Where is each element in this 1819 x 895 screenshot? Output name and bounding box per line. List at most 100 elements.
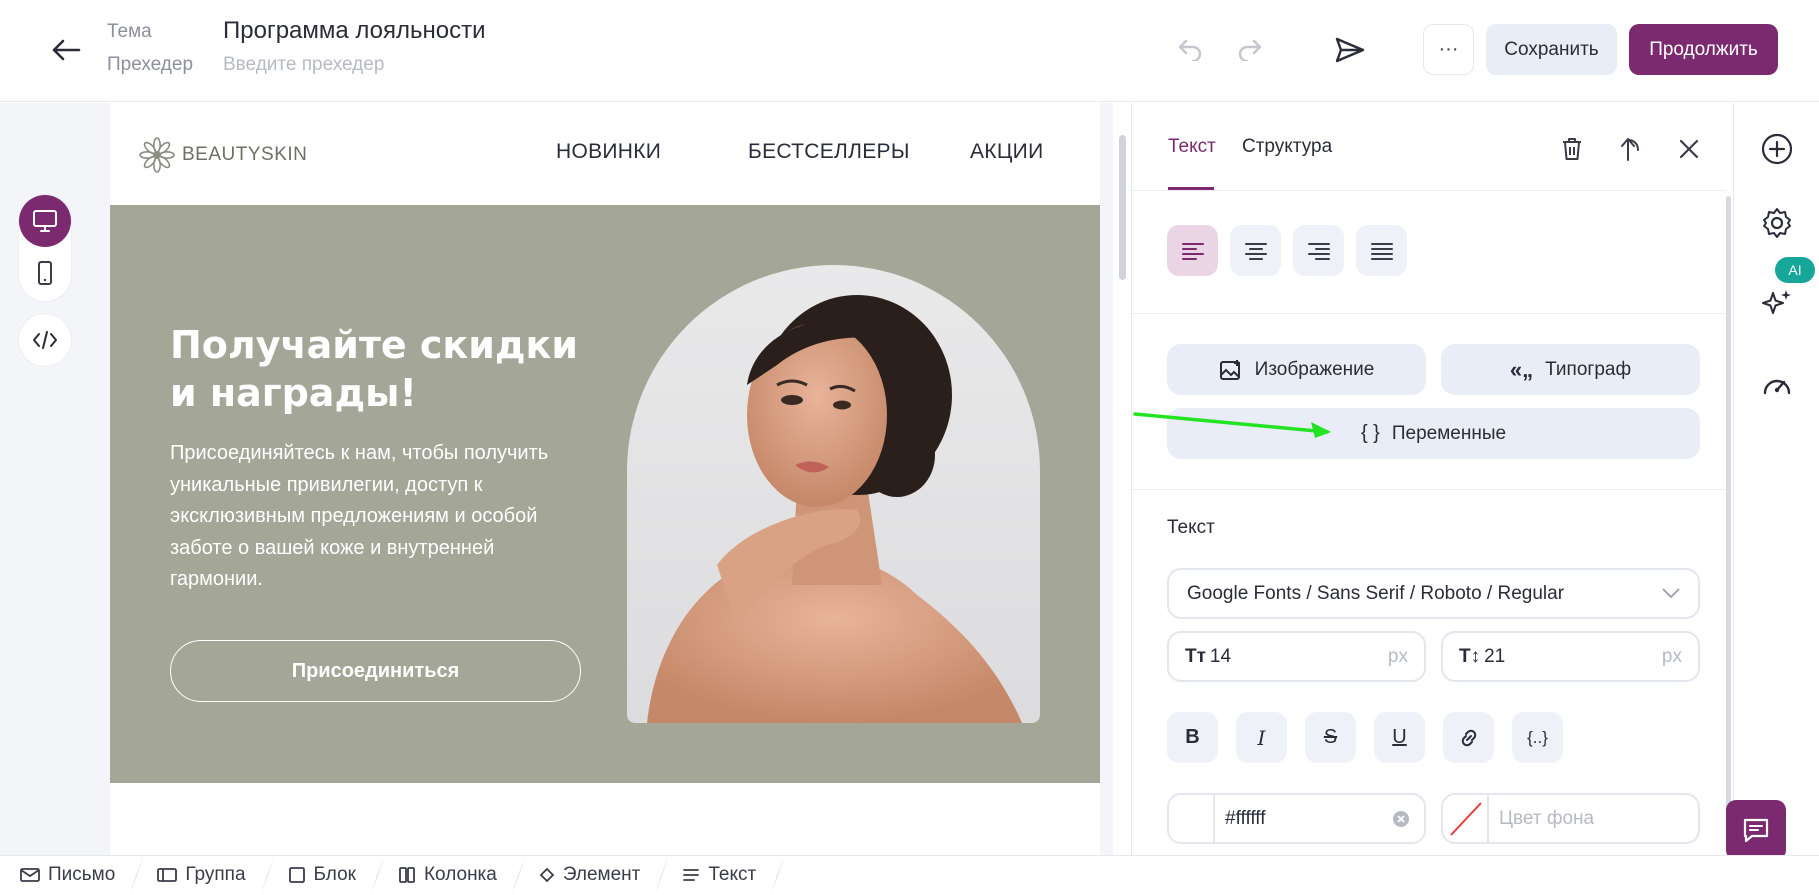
model-photo [627, 265, 1040, 723]
strikethrough-icon: S [1323, 726, 1338, 748]
strikethrough-button[interactable]: S [1305, 712, 1356, 763]
breadcrumb-block[interactable]: Блок [268, 856, 378, 895]
typograph-button[interactable]: «„ Типограф [1441, 344, 1700, 395]
nav-link-bestsellers[interactable]: БЕСТСЕЛЛЕРЫ [748, 140, 910, 164]
align-right-button[interactable] [1293, 225, 1344, 276]
font-size-value: 14 [1209, 645, 1232, 667]
delete-button[interactable] [1552, 129, 1592, 169]
bold-button[interactable]: B [1167, 712, 1218, 763]
theme-input[interactable]: Программа лояльности [223, 17, 486, 45]
hero-text[interactable]: Присоединяйтесь к нам, чтобы получить ун… [170, 438, 590, 596]
breadcrumb-label: Текст [708, 864, 757, 885]
hero-text-line: уникальные привилегии, доступ к [170, 473, 483, 496]
code-icon [33, 331, 57, 349]
html-code-button[interactable] [19, 314, 71, 366]
chat-icon [1743, 818, 1769, 843]
performance-button[interactable] [1751, 359, 1803, 411]
back-button[interactable] [44, 28, 88, 72]
continue-button[interactable]: Продолжить [1629, 24, 1778, 75]
breadcrumb-letter[interactable]: Письмо [0, 856, 137, 895]
text-color-swatch[interactable] [1169, 795, 1215, 842]
preheader-input[interactable]: Введите прехедер [223, 54, 384, 76]
nav-link-new[interactable]: НОВИНКИ [556, 140, 661, 164]
add-block-button[interactable] [1751, 123, 1803, 175]
arrow-up-left-icon [1621, 138, 1639, 161]
hero-banner[interactable]: Получайте скидки и награды! Присоединяйт… [110, 205, 1100, 783]
redo-icon [1238, 39, 1262, 61]
preheader-label: Прехедер [107, 54, 194, 75]
plus-circle-icon [1761, 133, 1793, 165]
select-parent-button[interactable] [1611, 129, 1651, 169]
underline-icon: U [1392, 726, 1407, 748]
italic-button[interactable]: I [1236, 712, 1287, 763]
no-color-icon [1450, 802, 1482, 836]
bold-icon: B [1185, 726, 1200, 748]
font-size-input[interactable]: Tт 14 px [1167, 631, 1426, 682]
tab-text[interactable]: Текст [1168, 136, 1216, 158]
send-test-button[interactable] [1328, 28, 1372, 72]
support-chat-button[interactable] [1726, 800, 1786, 860]
insert-image-button[interactable]: Изображение [1167, 344, 1426, 395]
tab-structure[interactable]: Структура [1242, 136, 1332, 158]
font-family-select[interactable]: Google Fonts / Sans Serif / Roboto / Reg… [1167, 568, 1700, 619]
gear-icon [1763, 208, 1791, 238]
desktop-view-button[interactable] [19, 195, 71, 247]
device-switcher [19, 195, 71, 301]
envelope-icon [20, 868, 40, 882]
line-height-unit: px [1661, 645, 1682, 667]
align-center-button[interactable] [1230, 225, 1281, 276]
text-color-field[interactable]: #ffffff [1167, 793, 1426, 844]
close-icon [1679, 139, 1699, 159]
align-justify-button[interactable] [1356, 225, 1407, 276]
canvas-scrollbar[interactable] [1119, 135, 1126, 280]
underline-button[interactable]: U [1374, 712, 1425, 763]
breadcrumb-group[interactable]: Группа [137, 856, 267, 895]
divider [1132, 190, 1726, 191]
breadcrumb-text[interactable]: Текст [662, 856, 778, 895]
portrait-illustration [647, 295, 1022, 723]
close-panel-button[interactable] [1669, 129, 1709, 169]
right-toolbar: AI [1733, 103, 1819, 855]
column-icon [399, 867, 415, 883]
breadcrumb-element[interactable]: Элемент [519, 856, 663, 895]
insert-variable-button[interactable]: {..} [1512, 712, 1563, 763]
divider [1132, 313, 1726, 314]
variables-label: Переменные [1391, 422, 1507, 444]
device-toolbar [0, 103, 97, 855]
hero-text-line: эксклюзивным предложениям и особой [170, 505, 538, 527]
properties-panel: Текст Структура Изображение «„ Типограф … [1131, 103, 1733, 855]
hero-text-line: гармонии. [170, 568, 263, 590]
nav-link-sales[interactable]: АКЦИИ [970, 140, 1043, 164]
link-icon [1461, 729, 1476, 746]
ai-assistant-button[interactable] [1751, 277, 1803, 329]
line-height-input[interactable]: T↕ 21 px [1441, 631, 1700, 682]
divider [1132, 489, 1726, 490]
italic-icon: I [1257, 725, 1266, 750]
quotes-icon: «„ [1509, 356, 1534, 382]
align-center-icon [1244, 242, 1267, 260]
link-button[interactable] [1443, 712, 1494, 763]
no-color-swatch[interactable] [1443, 795, 1489, 842]
font-size-icon: Tт [1185, 645, 1206, 667]
top-header: Тема Программа лояльности Прехедер Введи… [0, 0, 1819, 102]
mobile-view-button[interactable] [19, 247, 71, 299]
more-button[interactable]: ··· [1423, 24, 1474, 75]
clear-icon[interactable] [1392, 810, 1410, 828]
font-family-value: Google Fonts / Sans Serif / Roboto / Reg… [1187, 582, 1565, 604]
panel-scrollbar[interactable] [1726, 196, 1731, 846]
mobile-icon [38, 261, 52, 285]
align-left-button[interactable] [1167, 225, 1218, 276]
hero-text-line: заботе о вашей коже и внутренней [170, 536, 495, 559]
breadcrumb-column[interactable]: Колонка [378, 856, 519, 895]
email-preview: BEAUTYSKIN НОВИНКИ БЕСТСЕЛЛЕРЫ АКЦИИ Пол… [110, 103, 1100, 855]
background-color-field[interactable]: Цвет фона [1441, 793, 1700, 844]
join-button[interactable]: Присоединиться [170, 640, 581, 702]
redo-button[interactable] [1230, 30, 1270, 70]
settings-button[interactable] [1751, 197, 1803, 249]
undo-button[interactable] [1170, 30, 1210, 70]
send-icon [1335, 37, 1365, 63]
align-left-icon [1181, 242, 1204, 260]
save-button[interactable]: Сохранить [1486, 24, 1617, 75]
insert-image-label: Изображение [1254, 358, 1375, 380]
diamond-icon [539, 867, 555, 883]
